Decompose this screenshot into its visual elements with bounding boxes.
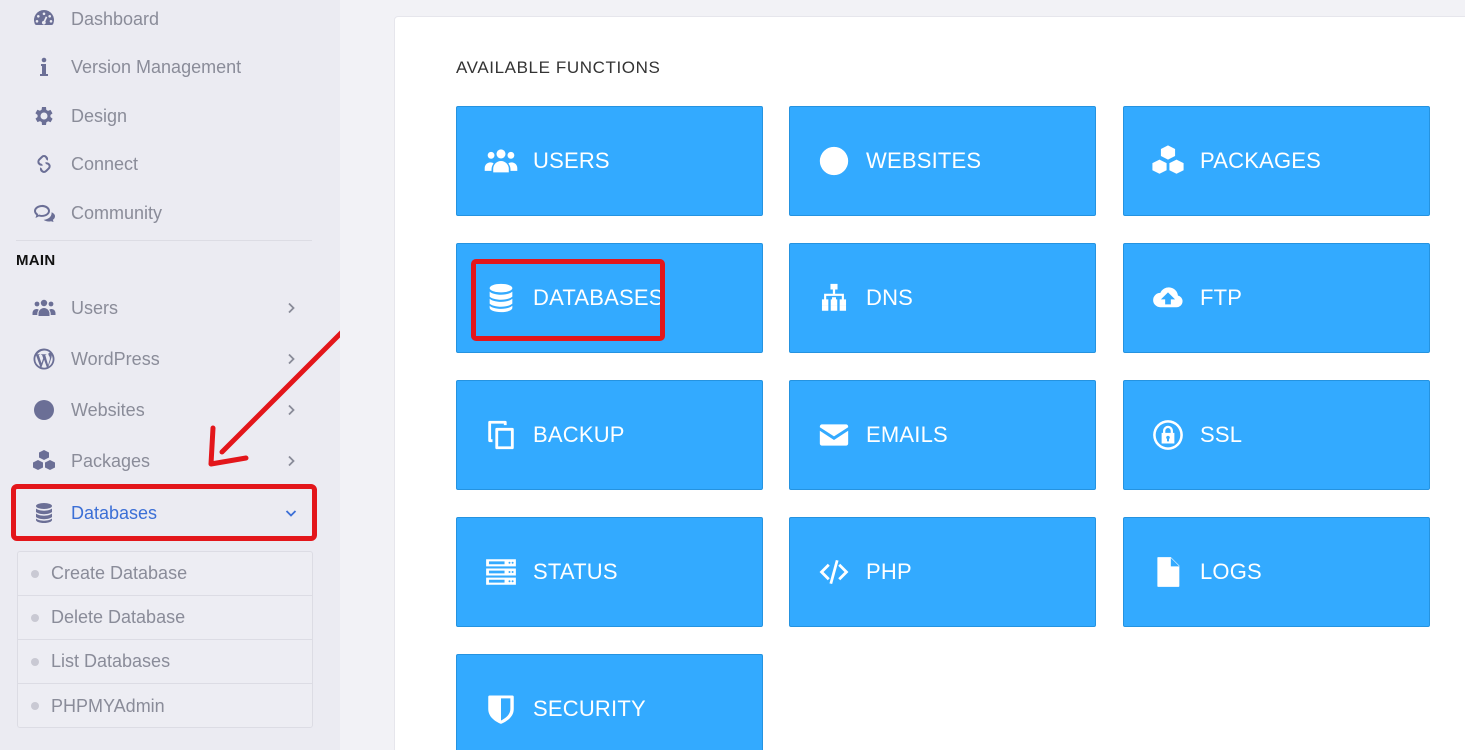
tile-label: STATUS <box>533 559 618 584</box>
tile-label: SECURITY <box>533 696 646 721</box>
users-icon <box>483 143 519 179</box>
tile-databases[interactable]: DATABASES <box>456 243 763 353</box>
server-icon <box>483 554 519 590</box>
sidebar-item-community[interactable]: Community <box>0 191 320 235</box>
submenu-item-label: Create Database <box>51 563 188 583</box>
sidebar-section-title: MAIN <box>16 252 56 269</box>
page-title: AVAILABLE FUNCTIONS <box>456 58 661 77</box>
tile-ftp[interactable]: FTP <box>1123 243 1430 353</box>
chevron-right-icon <box>284 352 298 366</box>
chevron-right-icon <box>284 403 298 417</box>
envelope-icon <box>816 417 852 453</box>
file-icon <box>1150 554 1186 590</box>
tile-logs[interactable]: LOGS <box>1123 517 1430 627</box>
bullet-icon <box>31 657 39 666</box>
tile-php[interactable]: PHP <box>789 517 1096 627</box>
tile-ssl[interactable]: SSL <box>1123 380 1430 490</box>
cloud-upload-icon <box>1150 280 1186 316</box>
tile-label: PHP <box>866 559 912 584</box>
gear-icon <box>30 102 58 130</box>
bullet-icon <box>31 613 39 622</box>
submenu-item-label: List Databases <box>51 651 171 671</box>
copy-icon <box>483 417 519 453</box>
sidebar: Dashboard Version Management Design Conn… <box>0 0 340 750</box>
tile-label: USERS <box>533 148 610 173</box>
globe-icon <box>816 143 852 179</box>
globe-icon <box>30 396 58 424</box>
chevron-down-icon <box>284 506 298 520</box>
submenu-item-label: PHPMYAdmin <box>51 695 165 716</box>
sidebar-item-label: Connect <box>71 153 139 174</box>
bullet-icon <box>31 569 39 578</box>
sidebar-item-label: WordPress <box>71 348 160 369</box>
sidebar-item-label: Users <box>71 297 119 318</box>
wordpress-icon <box>30 345 58 373</box>
tile-label: EMAILS <box>866 422 948 447</box>
cubes-icon <box>1150 143 1186 179</box>
sitemap-icon <box>816 280 852 316</box>
tile-users[interactable]: USERS <box>456 106 763 216</box>
chat-icon <box>30 199 58 227</box>
bullet-icon <box>31 702 39 710</box>
databases-submenu: Create Database Delete Database List Dat… <box>17 551 313 728</box>
tile-label: WEBSITES <box>866 148 982 173</box>
sidebar-item-label: Dashboard <box>71 8 160 29</box>
code-icon <box>816 554 852 590</box>
tile-security[interactable]: SECURITY <box>456 654 763 750</box>
submenu-item-delete-database[interactable]: Delete Database <box>18 596 312 640</box>
sidebar-item-wordpress[interactable]: WordPress <box>0 337 320 381</box>
lock-icon <box>1150 417 1186 453</box>
sidebar-item-label: Packages <box>71 450 151 471</box>
tile-label: PACKAGES <box>1200 148 1322 173</box>
dashboard-icon <box>30 5 58 33</box>
sidebar-divider <box>16 240 312 241</box>
chevron-right-icon <box>284 454 298 468</box>
sidebar-item-websites[interactable]: Websites <box>0 388 320 432</box>
link-icon <box>30 150 58 178</box>
tile-dns[interactable]: DNS <box>789 243 1096 353</box>
submenu-item-create-database[interactable]: Create Database <box>18 552 312 596</box>
database-icon <box>483 280 519 316</box>
sidebar-item-label: Websites <box>71 399 145 420</box>
sidebar-item-label: Version Management <box>71 56 242 77</box>
tile-label: SSL <box>1200 422 1243 447</box>
database-icon <box>30 499 58 527</box>
tile-backup[interactable]: BACKUP <box>456 380 763 490</box>
tile-emails[interactable]: EMAILS <box>789 380 1096 490</box>
sidebar-item-label: Design <box>71 105 128 126</box>
tile-status[interactable]: STATUS <box>456 517 763 627</box>
sidebar-item-users[interactable]: Users <box>0 286 320 330</box>
tile-label: DATABASES <box>533 285 664 310</box>
chevron-right-icon <box>284 301 298 315</box>
info-icon <box>30 53 58 81</box>
tile-label: LOGS <box>1200 559 1262 584</box>
sidebar-item-label: Databases <box>71 502 158 523</box>
sidebar-item-databases[interactable]: Databases <box>0 491 320 535</box>
tile-websites[interactable]: WEBSITES <box>789 106 1096 216</box>
sidebar-item-design[interactable]: Design <box>0 94 320 138</box>
tile-packages[interactable]: PACKAGES <box>1123 106 1430 216</box>
cubes-icon <box>30 447 58 475</box>
users-icon <box>30 294 58 322</box>
sidebar-item-connect[interactable]: Connect <box>0 142 320 186</box>
tile-label: BACKUP <box>533 422 625 447</box>
tile-label: DNS <box>866 285 914 310</box>
submenu-item-phpmyadmin[interactable]: PHPMYAdmin <box>18 684 312 728</box>
sidebar-item-dashboard[interactable]: Dashboard <box>0 0 320 41</box>
sidebar-item-version-management[interactable]: Version Management <box>0 45 320 89</box>
submenu-item-label: Delete Database <box>51 607 186 627</box>
sidebar-item-packages[interactable]: Packages <box>0 439 320 483</box>
shield-icon <box>483 691 519 727</box>
tile-label: FTP <box>1200 285 1243 310</box>
sidebar-item-label: Community <box>71 202 163 223</box>
submenu-item-list-databases[interactable]: List Databases <box>18 640 312 684</box>
